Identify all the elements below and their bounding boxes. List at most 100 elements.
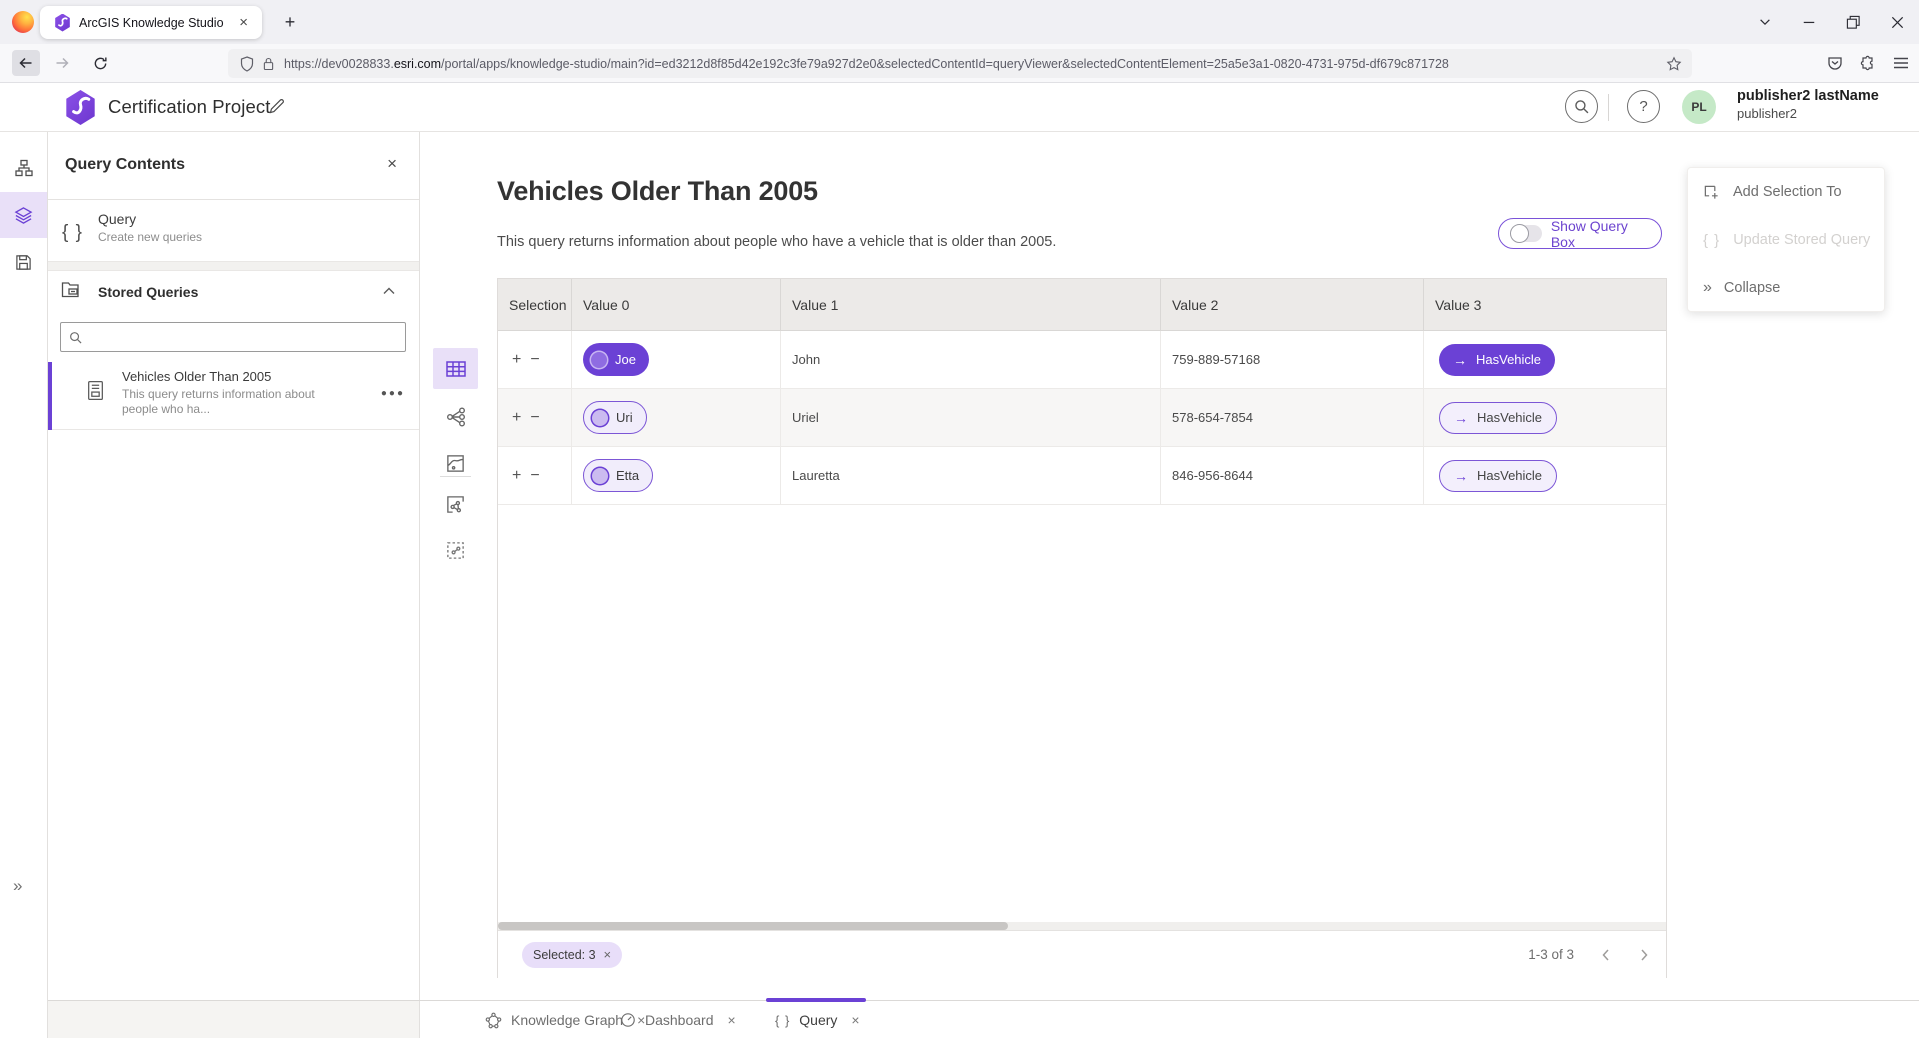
search-input[interactable] xyxy=(90,330,397,345)
save-icon[interactable] xyxy=(0,239,47,285)
clear-selection-icon[interactable]: × xyxy=(604,947,612,962)
browser-tab[interactable]: ArcGIS Knowledge Studio × xyxy=(40,6,262,39)
url-text: https://dev0028833.esri.com/portal/apps/… xyxy=(284,57,1666,71)
restore-icon[interactable] xyxy=(1831,0,1875,44)
link-chart-view-icon[interactable] xyxy=(433,396,478,437)
row-range-label: 1-3 of 3 xyxy=(1528,947,1574,962)
row-add-icon[interactable]: + xyxy=(512,467,521,485)
data-model-tree-icon[interactable] xyxy=(0,145,47,191)
avatar[interactable]: PL xyxy=(1682,90,1716,124)
tab-close-icon[interactable]: × xyxy=(235,14,252,31)
url-bar[interactable]: https://dev0028833.esri.com/portal/apps/… xyxy=(228,49,1692,78)
reload-button[interactable] xyxy=(86,50,114,76)
horizontal-scrollbar[interactable] xyxy=(498,922,1666,930)
user-username: publisher2 xyxy=(1737,106,1797,121)
item-options-icon[interactable]: ●●● xyxy=(381,388,405,399)
cell-value: 846-956-8644 xyxy=(1172,468,1253,483)
column-header-value0[interactable]: Value 0 xyxy=(572,279,781,330)
toggle-switch[interactable] xyxy=(1511,225,1542,242)
add-to-link-chart-icon[interactable] xyxy=(433,484,478,525)
braces-icon: { } xyxy=(62,222,83,244)
new-tab-button[interactable]: + xyxy=(276,8,304,36)
row-add-icon[interactable]: + xyxy=(512,409,521,427)
relationship-pill[interactable]: →HasVehicle xyxy=(1439,460,1557,492)
braces-icon: { } xyxy=(775,1013,790,1028)
row-remove-icon[interactable]: − xyxy=(530,467,539,485)
new-selection-icon[interactable] xyxy=(433,530,478,571)
chevron-up-icon[interactable] xyxy=(383,287,395,295)
stored-queries-title: Stored Queries xyxy=(98,284,198,300)
expand-rail-icon[interactable]: » xyxy=(13,876,22,896)
menu-item-add-selection-to[interactable]: Add Selection To xyxy=(1688,168,1884,216)
minimize-icon[interactable] xyxy=(1787,0,1831,44)
firefox-icon[interactable] xyxy=(12,11,34,33)
query-item-title: Query xyxy=(98,211,136,227)
forward-button[interactable] xyxy=(48,50,76,76)
next-page-icon[interactable] xyxy=(1638,948,1650,962)
relationship-pill[interactable]: →HasVehicle xyxy=(1439,344,1555,376)
search-button[interactable] xyxy=(1565,90,1598,123)
selected-count-chip[interactable]: Selected: 3 × xyxy=(522,942,622,968)
tab-query[interactable]: { } Query × xyxy=(775,1001,860,1038)
show-query-box-toggle[interactable]: Show Query Box xyxy=(1498,218,1662,249)
tab-close-icon[interactable]: × xyxy=(728,1012,736,1028)
menu-item-collapse[interactable]: » Collapse xyxy=(1688,264,1884,312)
pocket-icon[interactable] xyxy=(1827,55,1843,71)
bookmark-star-icon[interactable] xyxy=(1666,56,1682,72)
tab-close-icon[interactable]: × xyxy=(851,1012,859,1028)
table-row[interactable]: +− Uri Uriel 578-654-7854 →HasVehicle xyxy=(498,389,1666,447)
table-row[interactable]: +− Etta Lauretta 846-956-8644 →HasVehicl… xyxy=(498,447,1666,505)
entity-pill[interactable]: Etta xyxy=(583,459,653,492)
knowledge-graph-icon xyxy=(485,1012,502,1029)
folder-icon xyxy=(61,280,83,300)
show-query-box-label: Show Query Box xyxy=(1551,218,1649,250)
tab-list-icon[interactable] xyxy=(1743,0,1787,44)
query-item[interactable]: { } Query Create new queries xyxy=(48,200,419,261)
selection-menu: Add Selection To { } Update Stored Query… xyxy=(1687,167,1885,312)
stored-query-item[interactable]: Vehicles Older Than 2005 This query retu… xyxy=(48,362,419,430)
browser-tab-bar: ArcGIS Knowledge Studio × + xyxy=(0,0,1919,44)
row-add-icon[interactable]: + xyxy=(512,351,521,369)
back-button[interactable] xyxy=(12,50,40,76)
help-button[interactable]: ? xyxy=(1627,90,1660,123)
column-header-value2[interactable]: Value 2 xyxy=(1161,279,1424,330)
entity-pill[interactable]: Uri xyxy=(583,401,647,434)
stored-query-description: This query returns information about peo… xyxy=(122,387,346,416)
edit-project-icon[interactable] xyxy=(268,97,286,115)
row-remove-icon[interactable]: − xyxy=(530,409,539,427)
shield-icon[interactable] xyxy=(240,56,254,72)
cell-value: Lauretta xyxy=(792,468,840,483)
map-view-icon[interactable] xyxy=(433,443,478,484)
column-header-selection[interactable]: Selection xyxy=(498,279,572,330)
user-name[interactable]: publisher2 lastName xyxy=(1737,88,1879,104)
page-title: Vehicles Older Than 2005 xyxy=(497,176,818,207)
entity-pill[interactable]: Joe xyxy=(583,343,649,376)
previous-page-icon[interactable] xyxy=(1600,948,1612,962)
extensions-icon[interactable] xyxy=(1860,55,1876,71)
tab-bar-spacer xyxy=(48,1001,420,1038)
app-logo xyxy=(64,90,97,125)
entity-icon xyxy=(592,410,608,426)
table-row[interactable]: +− Joe John 759-889-57168 →HasVehicle xyxy=(498,331,1666,389)
row-remove-icon[interactable]: − xyxy=(530,351,539,369)
project-title: Certification Project xyxy=(108,96,271,118)
relationship-pill[interactable]: →HasVehicle xyxy=(1439,402,1557,434)
panel-close-icon[interactable]: × xyxy=(387,154,397,174)
table-header: Selection Value 0 Value 1 Value 2 Value … xyxy=(498,279,1666,331)
contents-layers-icon[interactable] xyxy=(0,192,47,238)
add-selection-icon xyxy=(1703,184,1720,201)
app-header: Certification Project ? PL publisher2 la… xyxy=(0,83,1919,132)
results-table: Selection Value 0 Value 1 Value 2 Value … xyxy=(497,278,1667,978)
column-header-value1[interactable]: Value 1 xyxy=(781,279,1161,330)
column-header-value3[interactable]: Value 3 xyxy=(1424,279,1666,330)
scrollbar-thumb[interactable] xyxy=(498,922,1008,930)
stored-query-icon xyxy=(86,380,105,401)
table-view-icon[interactable] xyxy=(433,348,478,389)
stored-queries-header[interactable]: Stored Queries xyxy=(48,271,419,312)
tab-dashboard[interactable]: Dashboard × xyxy=(620,1001,736,1038)
browser-window: ArcGIS Knowledge Studio × + xyxy=(0,0,1919,1038)
menu-hamburger-icon[interactable] xyxy=(1893,56,1909,70)
lock-icon[interactable] xyxy=(263,57,274,71)
close-icon[interactable] xyxy=(1875,0,1919,44)
stored-queries-search[interactable] xyxy=(60,322,406,352)
